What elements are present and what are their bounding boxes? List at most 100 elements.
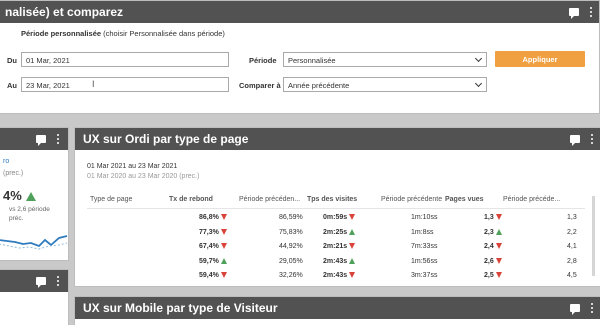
cell-value: 1m:56ss xyxy=(411,257,438,265)
trend-cell: 67,4% xyxy=(199,243,227,250)
trend-cell: 2,5 xyxy=(484,272,502,279)
more-options-icon[interactable] xyxy=(590,134,594,144)
chevron-down-icon xyxy=(474,79,483,88)
text-cursor-icon: I xyxy=(92,79,95,89)
cell-value: 59,4% xyxy=(199,272,219,279)
kpi-pct: 4% xyxy=(3,188,36,203)
more-options-icon[interactable] xyxy=(56,276,60,286)
trend-cell: 2m:21s xyxy=(323,243,356,250)
table-cell: 75,83% xyxy=(279,229,303,236)
cell-value: 2,6 xyxy=(484,257,494,265)
panel-title: nalisée) et comparez xyxy=(5,5,124,19)
ux-desktop-panel: UX sur Ordi par type de page 01 Mar 2021… xyxy=(74,127,600,287)
table-cell: 29,05% xyxy=(279,258,303,265)
trend-cell: 59,7% xyxy=(199,258,227,265)
cell-value: 2,8 xyxy=(567,257,577,265)
comment-icon[interactable] xyxy=(569,8,579,19)
cell-value: 4,1 xyxy=(567,243,577,250)
trend-down-icon xyxy=(220,243,227,250)
cell-value: 1,3 xyxy=(484,214,494,221)
table-cell: 1m:56ss xyxy=(411,258,437,265)
cell-value: 1m:10ss xyxy=(411,214,438,221)
table-row[interactable]: 59,4% 32,26% 2m:43s 3m:37ss 2,5 4,5 xyxy=(89,270,589,283)
col-tps-prev[interactable]: Période précédente xyxy=(381,196,442,203)
cell-value: 59,7% xyxy=(199,257,219,265)
cell-value: 0m:59s xyxy=(323,214,348,221)
trend-down-icon xyxy=(495,243,502,250)
table-row[interactable]: 86,8% 86,59% 0m:59s 1m:10ss 1,3 1,3 xyxy=(89,212,589,225)
cell-value: 2,5 xyxy=(484,272,494,279)
cell-value: 4,5 xyxy=(567,272,577,279)
comment-icon[interactable] xyxy=(36,277,46,288)
table-row[interactable]: 67,4% 44,92% 2m:21s 7m:33ss 2,4 4,1 xyxy=(89,241,589,254)
trend-down-icon xyxy=(495,272,502,279)
period-custom-label: Période personnalisée (choisir Personnal… xyxy=(21,29,225,38)
ux-mobile-panel: UX sur Mobile par type de Visiteur xyxy=(74,296,600,325)
divider xyxy=(87,208,585,209)
panel-title: UX sur Mobile par type de Visiteur xyxy=(83,301,278,315)
cell-value: 86,59% xyxy=(279,214,303,221)
comment-icon[interactable] xyxy=(570,135,580,146)
table-cell: 1m:8ss xyxy=(411,229,434,236)
more-options-icon[interactable] xyxy=(589,7,593,17)
cell-value: 1,3 xyxy=(567,214,577,221)
cell-value: 44,92% xyxy=(279,243,303,250)
trend-cell: 2m:25s xyxy=(323,228,356,236)
col-type-page[interactable]: Type de page xyxy=(90,196,132,203)
scrollbar[interactable] xyxy=(592,196,595,276)
trend-cell: 0m:59s xyxy=(323,214,356,221)
cell-value: 3m:37ss xyxy=(411,272,438,279)
table-row[interactable]: 59,7% 29,05% 2m:43s 1m:56ss 2,6 2,8 xyxy=(89,256,589,269)
kpi-line-3: vs 2,6 période xyxy=(9,206,50,213)
cell-value: 2m:21s xyxy=(323,243,348,250)
kpi-panel-2 xyxy=(0,269,69,325)
periode-select-value: Personnalisée xyxy=(288,56,336,65)
trend-down-icon xyxy=(495,257,502,264)
cell-value: 77,3% xyxy=(199,228,219,236)
compare-select[interactable]: Année précédente xyxy=(283,77,487,92)
compare-select-value: Année précédente xyxy=(288,81,350,90)
kpi-panel: ro (prec.) 4% vs 2,6 période préc. xyxy=(0,127,69,261)
cell-value: 86,8% xyxy=(199,214,219,221)
periode-label: Période xyxy=(249,56,277,65)
trend-up-icon xyxy=(220,257,227,264)
cell-value: 75,83% xyxy=(279,228,303,236)
table-cell: 1,3 xyxy=(567,214,577,221)
table-cell: 2,2 xyxy=(567,229,577,236)
col-pages-vues[interactable]: Pages vues xyxy=(445,196,484,203)
apply-button[interactable]: Appliquer xyxy=(495,51,585,67)
trend-cell: 86,8% xyxy=(199,214,227,221)
table-cell: 7m:33ss xyxy=(411,243,437,250)
more-options-icon[interactable] xyxy=(56,134,60,144)
col-rebond[interactable]: Tx de rebond xyxy=(169,196,213,203)
to-date-input[interactable]: 23 Mar, 2021 I xyxy=(21,77,229,92)
cell-value: 1m:8ss xyxy=(411,228,434,236)
comment-icon[interactable] xyxy=(36,135,46,146)
col-tps-visites[interactable]: Tps des visites xyxy=(307,196,357,203)
periode-select[interactable]: Personnalisée xyxy=(283,52,487,67)
trend-up-icon xyxy=(349,228,356,235)
prev-date-range: 01 Mar 2020 au 23 Mar 2020 (prec.) xyxy=(87,173,200,180)
sparkline-chart xyxy=(0,235,68,250)
panel-title: UX sur Ordi par type de page xyxy=(83,132,249,146)
cell-value: 7m:33ss xyxy=(411,243,438,250)
table-cell: 1m:10ss xyxy=(411,214,437,221)
trend-down-icon xyxy=(220,272,227,279)
table-cell: 4,5 xyxy=(567,272,577,279)
kpi-line-4: préc. xyxy=(9,215,24,222)
panel-header xyxy=(0,128,68,150)
trend-cell: 2m:43s xyxy=(323,258,356,265)
period-filter-panel: nalisée) et comparez Période personnalis… xyxy=(0,0,600,114)
more-options-icon[interactable] xyxy=(590,303,594,313)
col-pv-prev[interactable]: Période précéde... xyxy=(503,196,560,203)
trend-down-icon xyxy=(220,214,227,221)
col-rebond-prev[interactable]: Période précéden... xyxy=(239,196,300,203)
cell-value: 67,4% xyxy=(199,243,219,250)
trend-down-icon xyxy=(495,214,502,221)
from-date-input[interactable]: 01 Mar, 2021 xyxy=(21,52,229,67)
trend-cell: 2m:43s xyxy=(323,272,356,279)
table-row[interactable]: 77,3% 75,83% 2m:25s 1m:8ss 2,3 2,2 xyxy=(89,227,589,240)
comment-icon[interactable] xyxy=(570,304,580,315)
panel-header: UX sur Mobile par type de Visiteur xyxy=(75,297,600,319)
sparkline-line xyxy=(0,235,68,248)
